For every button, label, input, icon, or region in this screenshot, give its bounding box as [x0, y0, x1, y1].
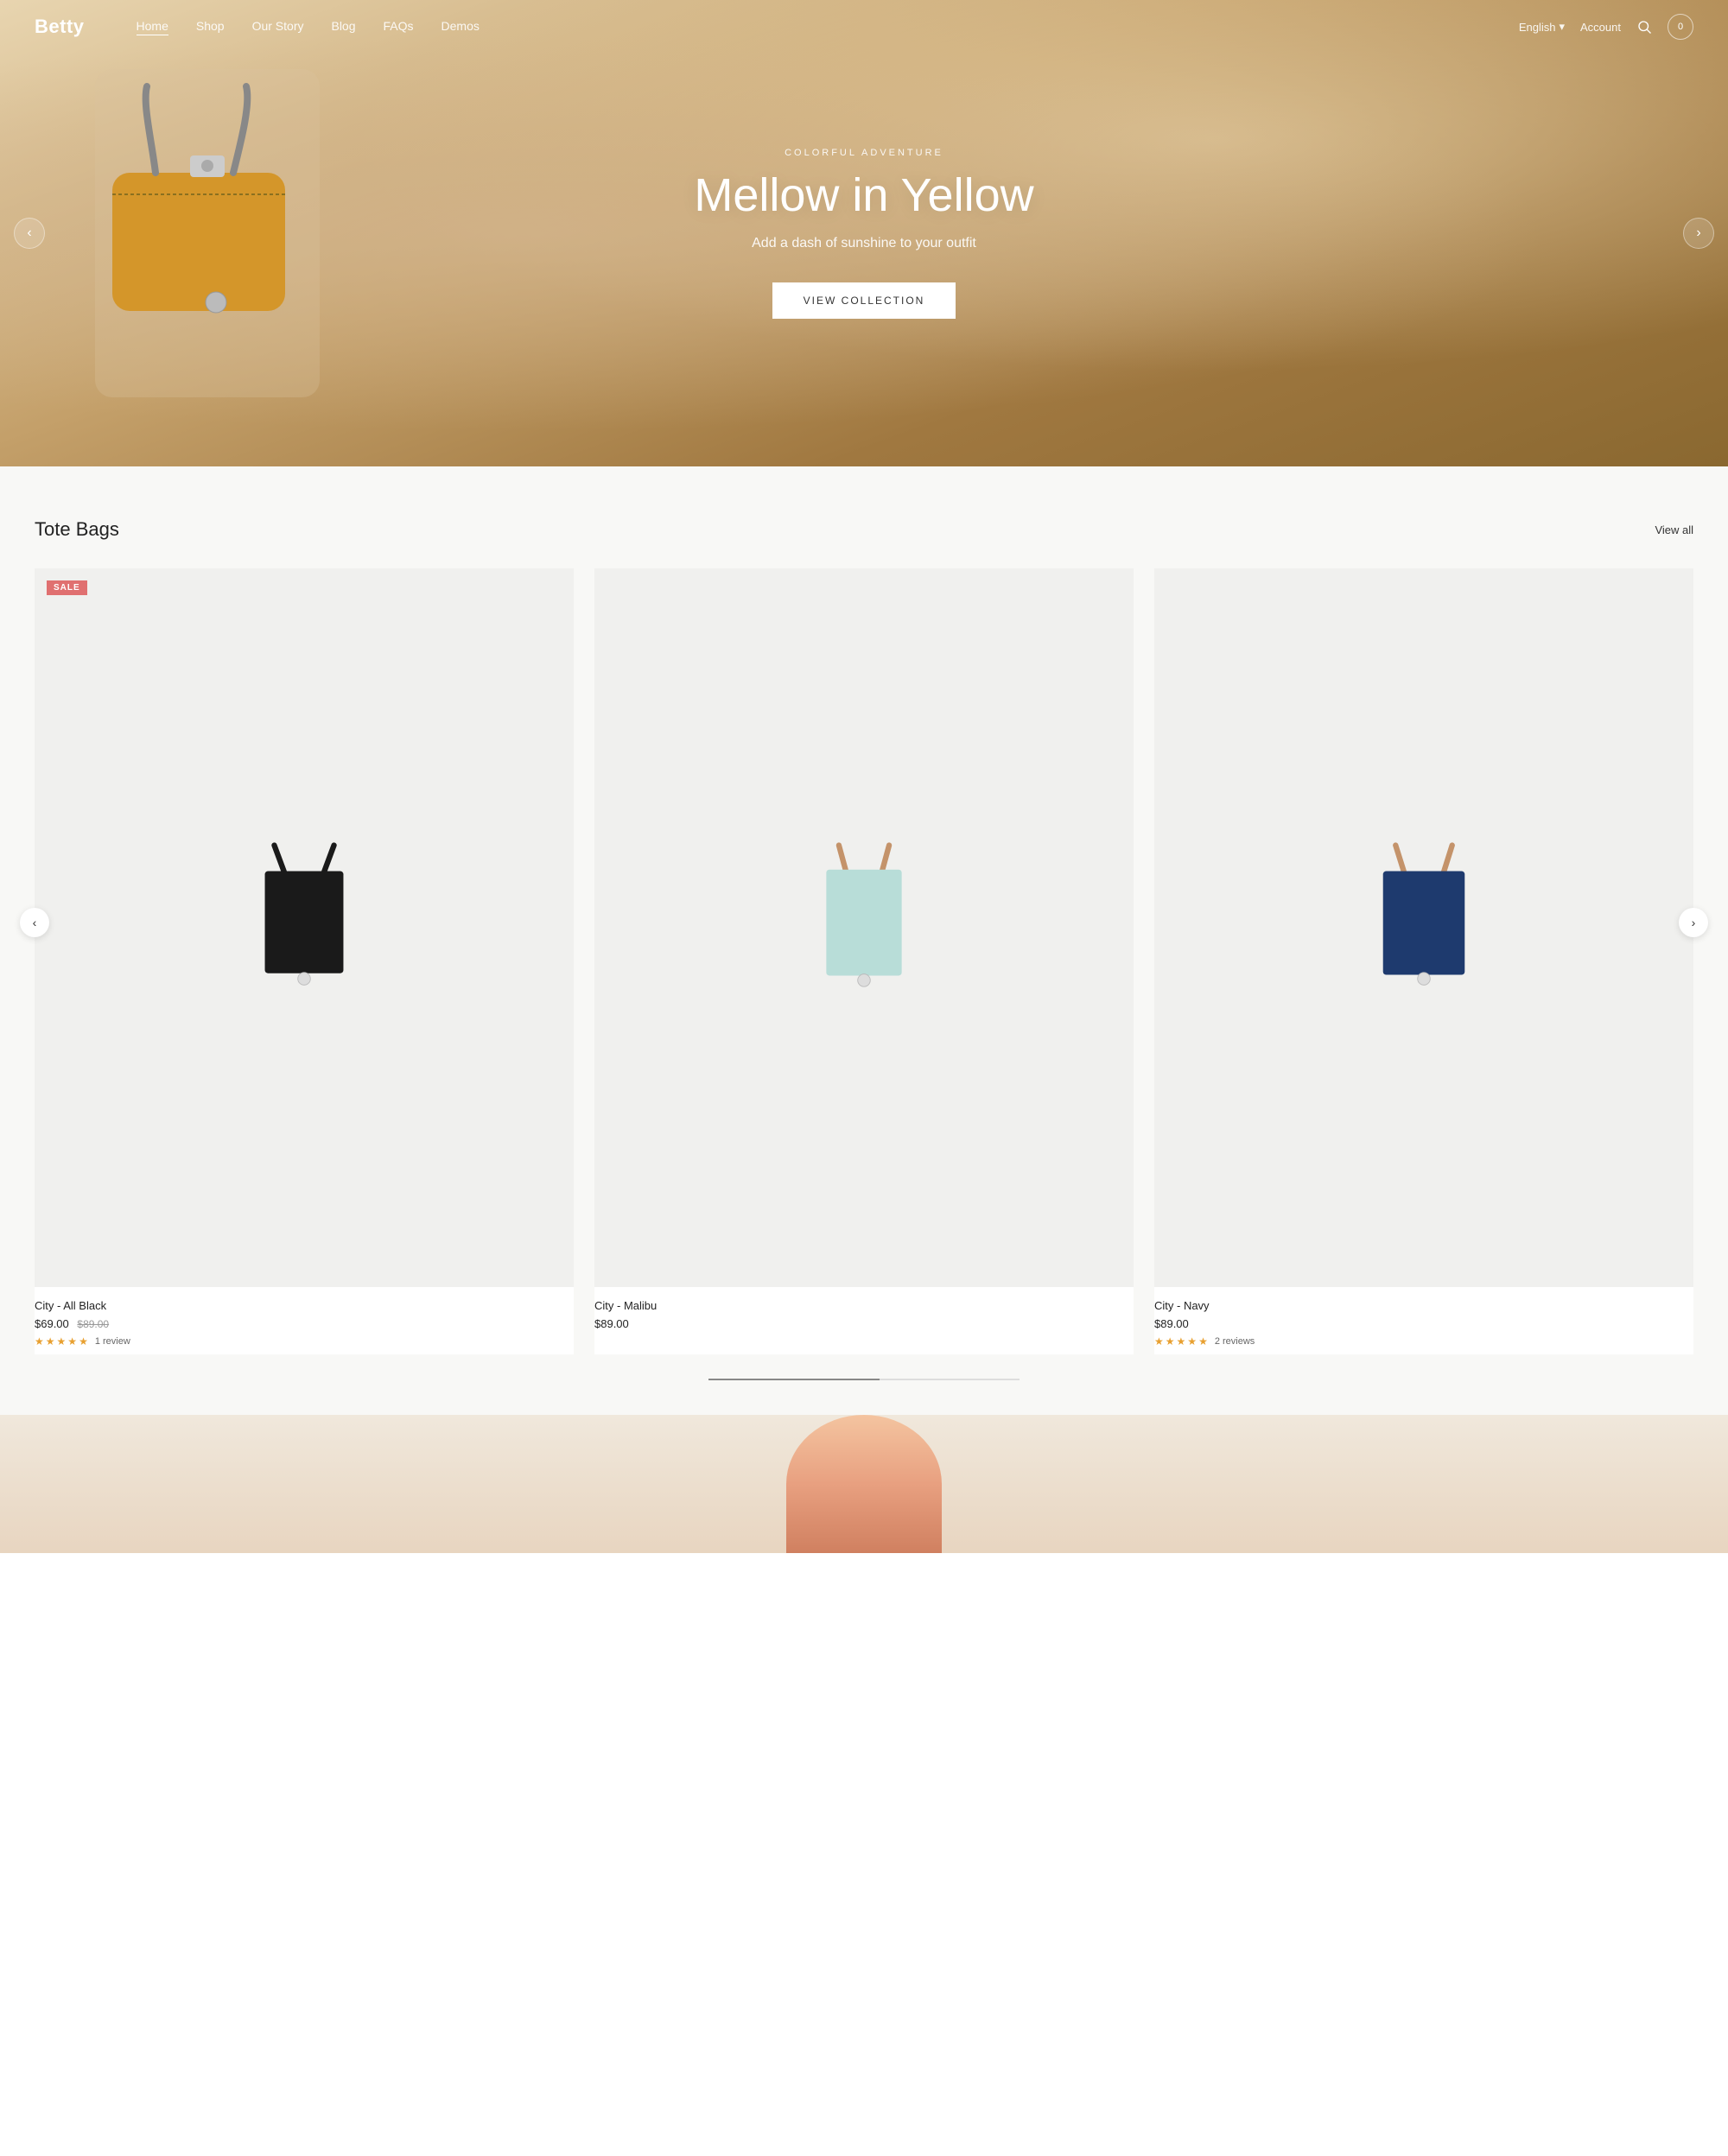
products-section: Tote Bags View all ‹ SALE — [0, 466, 1728, 1415]
product-image-1: SALE — [35, 568, 574, 1287]
carousel-next-button[interactable]: › — [1679, 908, 1708, 937]
product-price-3: $89.00 — [1154, 1317, 1693, 1330]
stars-3: ★ ★ ★ ★ ★ 2 reviews — [1154, 1335, 1693, 1348]
chevron-left-icon: ‹ — [33, 916, 37, 929]
products-grid: SALE City - All Black $69.00 $89.00 — [35, 568, 1693, 1354]
sale-badge-1: SALE — [47, 580, 87, 595]
section-header: Tote Bags View all — [35, 518, 1693, 541]
hero-next-button[interactable]: › — [1683, 218, 1714, 249]
main-nav: Home Shop Our Story Blog FAQs Demos — [137, 19, 1519, 35]
cart-count: 0 — [1678, 22, 1683, 32]
hero-subtitle: COLORFUL ADVENTURE — [694, 148, 1033, 158]
product-image-2 — [594, 568, 1134, 1287]
logo[interactable]: Betty — [35, 16, 85, 38]
original-price-1: $89.00 — [77, 1318, 109, 1330]
section-title: Tote Bags — [35, 518, 119, 541]
search-button[interactable] — [1636, 19, 1652, 35]
nav-home[interactable]: Home — [137, 19, 168, 35]
hero-section: COLORFUL ADVENTURE Mellow in Yellow Add … — [0, 0, 1728, 466]
product-image-3 — [1154, 568, 1693, 1287]
cart-button[interactable]: 0 — [1668, 14, 1693, 40]
product-price-2: $89.00 — [594, 1317, 1134, 1330]
nav-demos[interactable]: Demos — [442, 19, 480, 35]
account-link[interactable]: Account — [1580, 21, 1621, 34]
progress-fill — [708, 1379, 880, 1380]
chevron-down-icon: ▾ — [1559, 20, 1565, 34]
product-card-1[interactable]: SALE City - All Black $69.00 $89.00 — [35, 568, 574, 1354]
nav-shop[interactable]: Shop — [196, 19, 225, 35]
product-info-1: City - All Black $69.00 $89.00 ★ ★ ★ ★ ★… — [35, 1287, 574, 1354]
progress-track — [708, 1379, 1020, 1380]
nav-faqs[interactable]: FAQs — [384, 19, 414, 35]
header-right: English ▾ Account 0 — [1519, 14, 1693, 40]
carousel-progress — [35, 1379, 1693, 1380]
product-bag-svg-2 — [804, 841, 924, 1014]
language-label: English — [1519, 21, 1556, 34]
product-name-3: City - Navy — [1154, 1299, 1693, 1312]
hero-prev-button[interactable]: ‹ — [14, 218, 45, 249]
carousel-prev-button[interactable]: ‹ — [20, 908, 49, 937]
chevron-right-icon: › — [1692, 916, 1696, 929]
hero-bag-illustration — [60, 69, 354, 397]
chevron-right-icon: › — [1696, 225, 1700, 241]
product-info-3: City - Navy $89.00 ★ ★ ★ ★ ★ 2 reviews — [1154, 1287, 1693, 1354]
chevron-left-icon: ‹ — [27, 225, 31, 241]
product-info-2: City - Malibu $89.00 — [594, 1287, 1134, 1342]
hero-title: Mellow in Yellow — [694, 170, 1033, 221]
products-carousel: ‹ SALE City - All Black — [35, 568, 1693, 1354]
product-bag-svg-1 — [235, 841, 373, 1014]
product-card-2[interactable]: City - Malibu $89.00 — [594, 568, 1134, 1354]
nav-our-story[interactable]: Our Story — [252, 19, 304, 35]
search-icon — [1636, 19, 1652, 35]
nav-blog[interactable]: Blog — [331, 19, 355, 35]
product-bag-svg-3 — [1355, 841, 1493, 1014]
product-card-3[interactable]: City - Navy $89.00 ★ ★ ★ ★ ★ 2 reviews — [1154, 568, 1693, 1354]
hero-description: Add a dash of sunshine to your outfit — [694, 236, 1033, 251]
product-price-1: $69.00 $89.00 — [35, 1317, 574, 1330]
teaser-figure — [786, 1415, 942, 1553]
product-name-1: City - All Black — [35, 1299, 574, 1312]
review-count-3: 2 reviews — [1215, 1336, 1255, 1347]
view-collection-button[interactable]: VIEW COLLECTION — [772, 282, 956, 319]
hero-content: COLORFUL ADVENTURE Mellow in Yellow Add … — [694, 148, 1033, 318]
product-name-2: City - Malibu — [594, 1299, 1134, 1312]
view-all-link[interactable]: View all — [1655, 523, 1693, 536]
review-count-1: 1 review — [95, 1336, 130, 1347]
bottom-teaser — [0, 1415, 1728, 1553]
stars-1: ★ ★ ★ ★ ★ 1 review — [35, 1335, 574, 1348]
language-selector[interactable]: English ▾ — [1519, 20, 1565, 34]
